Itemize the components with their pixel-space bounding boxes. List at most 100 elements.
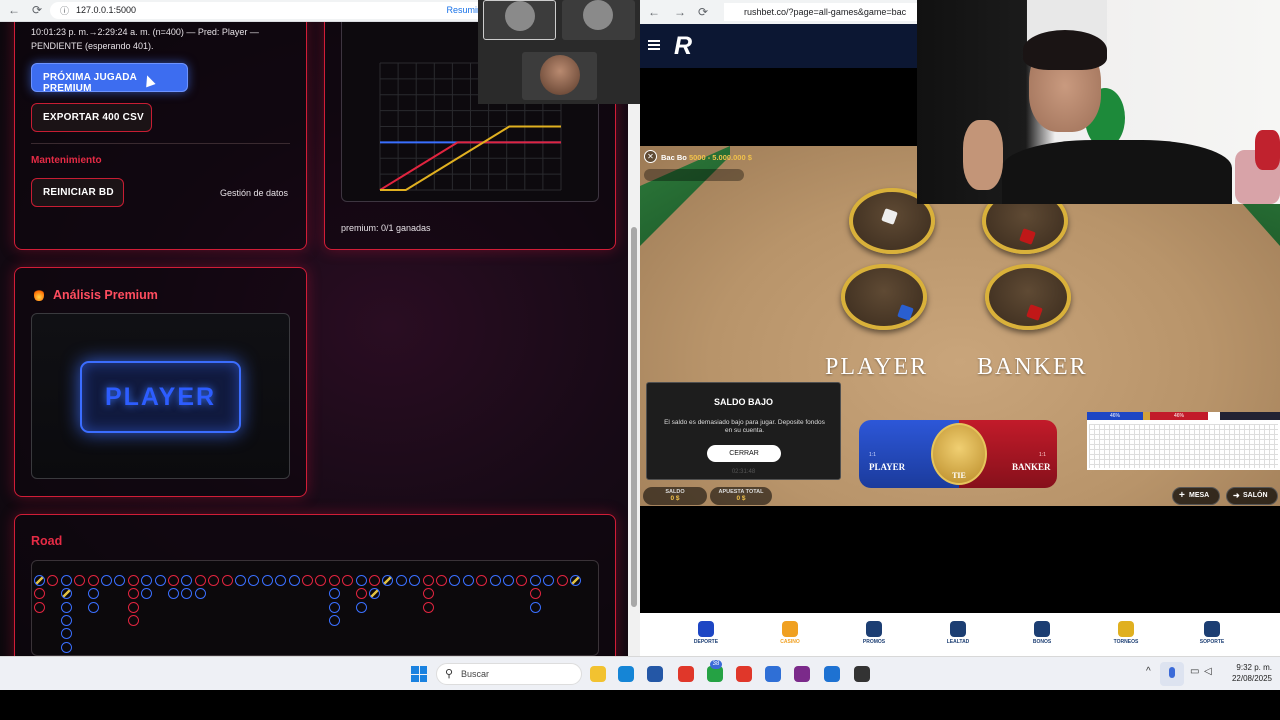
road-bead	[47, 575, 59, 586]
die	[897, 304, 914, 321]
player-odds: 1:1	[869, 452, 876, 458]
data-management-label: Gestión de datos	[220, 188, 289, 198]
forward-icon[interactable]: →	[674, 5, 686, 19]
nav-lealtad[interactable]: LEALTAD	[930, 621, 986, 645]
nav-label: TORNEOS	[1113, 639, 1139, 645]
nav-icon	[1204, 621, 1220, 637]
nav-soporte[interactable]: SOPORTE	[1184, 621, 1240, 645]
road-bead	[60, 588, 72, 600]
right-url-field[interactable]: rushbet.co/?page=all-games&game=bac	[724, 3, 924, 21]
stats-roadmap[interactable]: 46% 46%	[1087, 412, 1280, 470]
mesa-button[interactable]: + MESA	[1172, 487, 1220, 505]
road-bead	[34, 588, 45, 600]
app-icon[interactable]	[794, 666, 810, 682]
road-bead	[543, 575, 555, 586]
info-icon: ⓘ	[60, 6, 70, 16]
road-bead	[194, 588, 206, 600]
road-bead	[141, 575, 153, 586]
road-bead	[570, 575, 581, 586]
chevron-up-icon[interactable]: ^	[1146, 666, 1151, 677]
reload-icon[interactable]: ⟳	[32, 3, 42, 17]
taskbar-search[interactable]: ⚲ Buscar	[436, 663, 582, 685]
chrome-icon[interactable]	[678, 666, 694, 682]
road-bead	[194, 575, 206, 586]
left-scrollbar[interactable]	[628, 22, 640, 656]
nav-deporte[interactable]: DEPORTE	[678, 621, 734, 645]
road-bead	[208, 575, 220, 586]
app-icon[interactable]	[854, 666, 870, 682]
chrome-profile-icon[interactable]	[736, 666, 752, 682]
road-bead	[60, 575, 72, 586]
mic-icon[interactable]	[1160, 662, 1184, 686]
road-bead	[261, 575, 273, 586]
volume-icon[interactable]: ◁	[1204, 666, 1212, 677]
nav-promos[interactable]: PROMOS	[846, 621, 902, 645]
road-bead	[449, 575, 461, 586]
reload-icon[interactable]: ⟳	[698, 5, 708, 19]
road-bead	[395, 575, 407, 586]
lobby-button[interactable]: ➜ SALÓN	[1226, 487, 1278, 505]
predict-buttons[interactable]	[1220, 412, 1280, 420]
road-bead	[168, 575, 179, 586]
balance-value: 0 $	[670, 495, 680, 502]
clock-time: 9:32 p. m.	[1236, 663, 1272, 672]
app-icon[interactable]	[765, 666, 781, 682]
table-name: Bac Bo 5000 - 5.000.000 $	[661, 153, 752, 162]
export-csv-button[interactable]: EXPORTAR 400 CSV	[31, 103, 152, 132]
nav-casino[interactable]: CASINO	[762, 621, 818, 645]
resumir-button[interactable]: Resumir	[446, 5, 480, 15]
road-bead	[462, 575, 474, 586]
nav-torneos[interactable]: TORNEOS	[1098, 621, 1154, 645]
participant-tile[interactable]	[562, 0, 635, 40]
road-bead	[529, 575, 541, 586]
tie-bet-spot[interactable]: TIE	[931, 423, 987, 485]
road-bead	[127, 614, 139, 626]
windows-taskbar: ⚲ Buscar 38 ^ ▭ ◁ 9:32 p. m. 22/08/2025	[0, 656, 1280, 690]
menu-icon[interactable]	[648, 40, 660, 50]
file-explorer-icon[interactable]	[590, 666, 606, 682]
clock[interactable]: 9:32 p. m. 22/08/2025	[1222, 662, 1272, 684]
banker-label: BANKER	[977, 354, 1088, 380]
left-url-field[interactable]: ⓘ 127.0.0.1:5000 Resumir	[50, 2, 490, 19]
road-bead	[422, 588, 434, 600]
windows-start-icon[interactable]	[411, 666, 427, 682]
controls-card	[14, 22, 307, 250]
back-icon[interactable]: ←	[8, 3, 20, 17]
road-bead	[127, 601, 139, 613]
edge-icon[interactable]	[618, 666, 634, 682]
network-icon[interactable]: ▭	[1190, 666, 1199, 677]
road-bead	[221, 575, 233, 586]
road-grid	[31, 560, 599, 656]
reset-db-button[interactable]: REINICIAR BD	[31, 178, 124, 207]
die	[881, 208, 898, 225]
participant-tile[interactable]	[522, 52, 597, 100]
next-premium-play-button[interactable]: PRÓXIMA JUGADA PREMIUM	[31, 63, 188, 94]
nav-label: CASINO	[780, 639, 800, 645]
road-bead	[87, 588, 99, 600]
rushbet-logo[interactable]: R	[674, 32, 712, 60]
nav-icon	[782, 621, 798, 637]
nav-label: BONOS	[1032, 639, 1052, 645]
store-icon[interactable]	[647, 666, 663, 682]
notification-badge: 38	[710, 660, 722, 669]
nav-label: SOPORTE	[1199, 639, 1225, 645]
left-browser-window: ← ⟳ ⓘ 127.0.0.1:5000 Resumir 10:01:23 p.…	[0, 0, 640, 656]
road-title: Road	[31, 534, 63, 548]
maintenance-title: Mantenimiento	[31, 155, 102, 166]
back-icon[interactable]: ←	[648, 5, 660, 19]
road-bead	[101, 575, 112, 586]
participant-tile[interactable]	[483, 0, 556, 40]
nav-bonos[interactable]: BONOS	[1014, 621, 1070, 645]
player-bet-label: PLAYER	[869, 462, 906, 472]
close-icon[interactable]: ✕	[644, 150, 657, 163]
scroll-thumb[interactable]	[631, 227, 637, 607]
close-modal-button[interactable]: CERRAR	[707, 445, 781, 462]
dice-cup-4	[985, 264, 1071, 330]
road-bead	[302, 575, 313, 586]
vscode-icon[interactable]	[824, 666, 840, 682]
banker-odds: 1:1	[1039, 452, 1046, 458]
road-bead	[74, 575, 86, 586]
modal-title: SALDO BAJO	[713, 397, 773, 407]
chat-input[interactable]	[644, 169, 744, 181]
avatar	[583, 0, 613, 30]
